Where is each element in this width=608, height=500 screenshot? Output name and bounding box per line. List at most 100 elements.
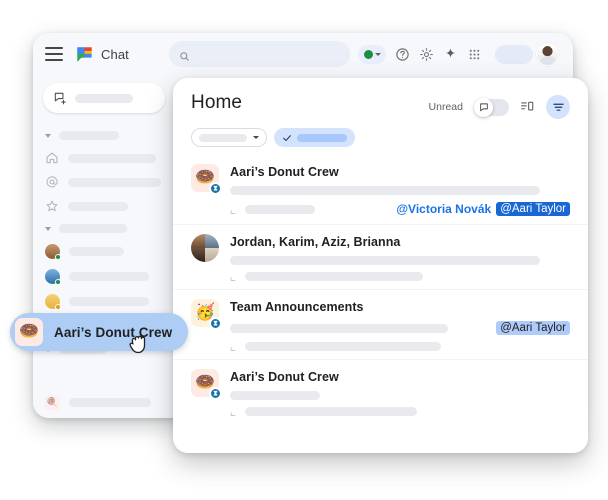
home-header: Home Unread [173,78,588,119]
filter-chips [173,119,588,151]
apps-grid-icon[interactable] [467,47,482,62]
mention-group: @Victoria Novák @Aari Taylor [396,202,570,216]
sidebar-item-direct-message[interactable] [33,239,173,264]
unread-toggle[interactable] [474,97,509,117]
mentions-icon [45,175,59,189]
conversation-avatar: 🍩 [191,164,222,195]
chip-dropdown-label [199,133,247,142]
google-chat-logo-icon [75,45,94,64]
app-top-bar: Chat [33,33,573,75]
drag-ghost-conversation[interactable]: 🍩 Aari’s Donut Crew [10,313,189,351]
drag-ghost-label: Aari’s Donut Crew [54,324,173,340]
message-preview-placeholder [230,391,320,400]
check-icon [283,134,291,141]
search-icon [179,49,190,61]
space-emoji-lollipop-icon: 🍭 [45,395,60,410]
brand: Chat [75,45,129,64]
conversation-row[interactable]: 🍩 Aari’s Donut Crew [173,360,588,424]
sidebar-drop-slot[interactable] [33,360,173,390]
avatar[interactable] [536,42,559,66]
search-input[interactable] [168,41,350,67]
status-dot-available-icon [363,49,373,59]
sidebar-item-direct-message[interactable] [33,264,173,289]
home-header-actions: Unread [429,92,570,119]
sidebar-item-starred[interactable] [33,194,173,218]
reply-arrow-icon [230,272,239,281]
sidebar-section-header[interactable] [33,218,173,239]
hamburger-menu-icon[interactable] [45,47,63,61]
conversation-row[interactable]: 🍩 Aari’s Donut Crew @Victoria Novák @Aar… [173,155,588,225]
sidebar-item-label [69,247,124,256]
conversation-body: Jordan, Karim, Aziz, Brianna [230,234,570,281]
person-avatar [45,269,61,285]
conversation-row[interactable]: Jordan, Karim, Aziz, Brianna [173,225,588,290]
chip-selected-label [297,133,347,142]
new-chat-label-placeholder [75,93,133,103]
space-badge-icon [209,317,222,330]
sidebar-item-label [69,398,151,407]
caret-down-icon [253,136,259,139]
sidebar-section-label [59,224,127,233]
reply-preview-placeholder [245,204,315,214]
sidebar-item-space[interactable]: 🍭 [33,390,173,415]
mention-victoria-novak[interactable]: @Victoria Novák [396,202,491,216]
conversation-reply-line [230,342,570,351]
conversation-avatar: 🍩 [191,369,222,400]
reply-preview-placeholder [245,407,417,416]
sidebar-item-direct-message[interactable] [33,289,173,314]
chip-dropdown[interactable] [191,128,267,147]
conversation-body: Team Announcements @Aari Taylor [230,299,570,351]
space-badge-icon [209,387,222,400]
conversation-avatar: 🥳 [191,299,222,330]
group-avatar-collage [191,234,219,262]
chevron-down-icon [45,133,51,138]
sidebar-item-label [68,153,156,163]
sidebar-section-header[interactable] [33,125,173,146]
sparkle-icon[interactable] [443,47,458,62]
reply-arrow-icon [230,407,239,416]
message-preview-placeholder [230,256,540,265]
sidebar-item-space[interactable]: 🥳 [33,415,173,418]
starred-icon [45,199,59,213]
message-preview-placeholder [230,186,540,195]
conversation-row[interactable]: 🥳 Team Announcements @Aari Taylor [173,290,588,360]
mention-group: @Aari Taylor [496,321,570,335]
conversation-body: Aari’s Donut Crew @Victoria Novák @Aari … [230,164,570,216]
sidebar-item-home[interactable] [33,146,173,170]
filter-button[interactable] [546,95,570,119]
mention-chip-aari-taylor[interactable]: @Aari Taylor [496,202,570,216]
sidebar-item-label [68,177,161,187]
mention-chip-aari-taylor[interactable]: @Aari Taylor [496,321,570,335]
space-emoji-donut-icon: 🍩 [15,318,43,346]
gear-icon[interactable] [419,47,434,62]
conversation-reply-line [230,407,570,416]
person-avatar [45,294,61,310]
unread-label: Unread [428,101,463,113]
space-badge-icon [209,182,222,195]
conversation-avatar [191,234,219,262]
brand-label: Chat [101,46,129,62]
sidebar-item-label [68,201,128,211]
chat-bubble-icon [479,103,488,112]
split-view-icon[interactable] [520,100,535,114]
message-preview-line: @Aari Taylor [230,321,570,335]
filter-icon [552,103,564,111]
home-panel: Home Unread 🍩 Aari’s Donut Crew @Victori… [173,78,588,453]
toolbar-actions [358,42,559,66]
status-selector[interactable] [358,44,386,64]
home-icon [45,151,59,165]
help-circle-icon[interactable] [395,47,410,62]
chip-selected[interactable] [274,128,355,147]
new-chat-button[interactable] [43,83,165,113]
conversation-title: Team Announcements [230,300,364,314]
conversation-list: 🍩 Aari’s Donut Crew @Victoria Novák @Aar… [173,151,588,424]
message-preview-placeholder [230,323,448,333]
conversation-reply-line [230,272,570,281]
page-title: Home [191,92,243,113]
conversation-title: Jordan, Karim, Aziz, Brianna [230,235,401,249]
reply-arrow-icon [230,205,239,214]
sidebar-item-mentions[interactable] [33,170,173,194]
sidebar-section-label [59,131,119,140]
person-avatar [45,244,61,260]
unread-toggle-knob [474,97,493,117]
